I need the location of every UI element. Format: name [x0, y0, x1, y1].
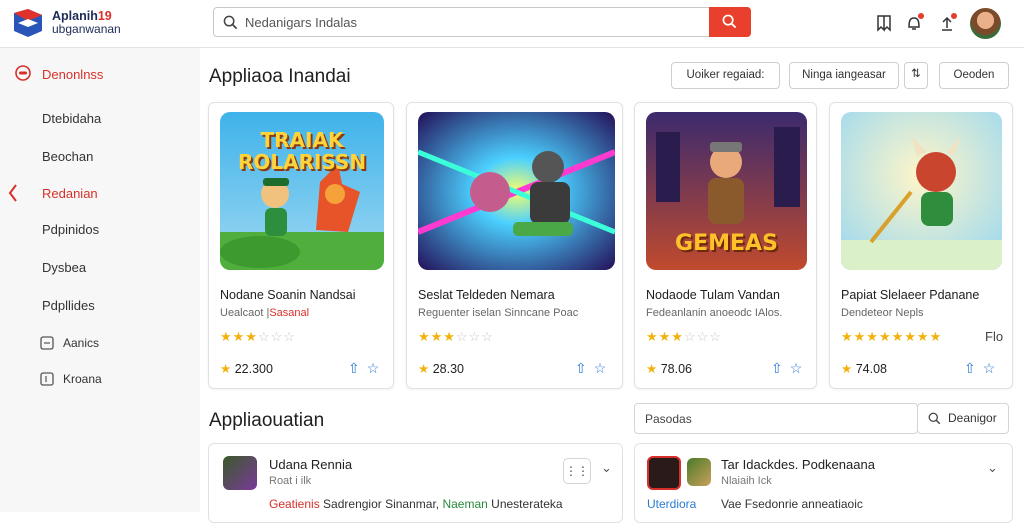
favorite-icon[interactable]: ☆	[790, 360, 803, 376]
checkbox-icon[interactable]	[40, 336, 54, 350]
card-subtitle: Uealcaot |Sasanal	[220, 307, 310, 319]
star-rating: ★★★☆☆☆	[418, 329, 494, 344]
sidebar-item-4[interactable]: Pdpinidos	[42, 222, 99, 237]
share-icon[interactable]: ⇧	[964, 360, 976, 376]
list-item-link[interactable]: Uterdiora	[647, 497, 696, 511]
chevron-down-icon[interactable]: ⌄	[987, 460, 998, 476]
sidebar-item-5[interactable]: Dysbea	[42, 260, 86, 275]
star-icon: ★	[646, 362, 658, 376]
search-icon	[928, 412, 941, 425]
home-icon	[15, 65, 31, 81]
card-subtitle: Dendeteor Nepls	[841, 307, 924, 319]
app-artwork	[841, 112, 1002, 270]
artwork-title-text: TRAIAK ROLARISSN	[237, 128, 367, 174]
filter-button-1[interactable]: Uoiker regaiad:	[671, 62, 780, 89]
search-input[interactable]: Nedanigars Indalas	[245, 15, 357, 30]
chevron-left-icon	[8, 184, 17, 202]
card-title: Papiat Slelaeer Pdanane	[841, 288, 980, 302]
app-thumbnail	[223, 456, 257, 490]
app-card[interactable]: Seslat Teldeden Nemara Reguenter iselan …	[406, 102, 623, 389]
list-item-description: Vae Fsedonrie anneatiaoic	[721, 497, 863, 511]
list-item-title: Udana Rennia	[269, 457, 353, 472]
list-item-title: Tar Idackdes. Podkenaana	[721, 457, 875, 472]
section-title-2: Appliaouatian	[209, 410, 325, 431]
app-thumbnail	[647, 456, 681, 490]
search-bar[interactable]: Nedanigars Indalas	[213, 7, 751, 37]
list-item[interactable]: Tar Idackdes. Podkenaana Nlaiaih Ick Ute…	[634, 443, 1013, 523]
rating-score: ★ 22.300	[220, 362, 273, 376]
star-icon: ★	[841, 362, 853, 376]
list-item-subtitle: Roat i ilk	[269, 475, 312, 487]
brand-name: Aplanih19 ubganwanan	[52, 9, 121, 36]
app-artwork	[418, 112, 615, 270]
star-rating: ★★★★★★★★	[841, 329, 943, 344]
rating-score: ★ 74.08	[841, 362, 887, 376]
calendar-icon[interactable]	[40, 372, 54, 386]
rating-score: ★ 78.06	[646, 362, 692, 376]
app-thumbnail-secondary	[687, 458, 711, 486]
sidebar-item-1[interactable]: Dtebidaha	[42, 111, 101, 126]
app-card[interactable]: Papiat Slelaeer Pdanane Dendeteor Nepls …	[829, 102, 1013, 389]
card-extra-label: Flo	[985, 329, 1004, 344]
filter-input[interactable]: Pasodas	[634, 403, 918, 434]
order-button[interactable]: Oeoden	[939, 62, 1009, 89]
search-button-2[interactable]: Deanigor	[917, 403, 1009, 434]
top-bar: Aplanih19 ubganwanan Nedanigars Indalas	[0, 0, 1024, 48]
favorite-icon[interactable]: ☆	[594, 360, 607, 376]
sidebar: Denonlnss Dtebidaha Beochan Redanian Pdp…	[0, 48, 200, 512]
card-title: Nodane Soanin Nandsai	[220, 288, 356, 302]
app-card[interactable]: GEMEAS Nodaode Tulam Vandan Fedeanlanin …	[634, 102, 817, 389]
bookmark-icon[interactable]	[876, 14, 892, 32]
sidebar-item-2[interactable]: Beochan	[42, 149, 93, 164]
grid-icon[interactable]: ⋮⋮	[563, 458, 591, 484]
star-rating: ★★★☆☆☆	[220, 329, 296, 344]
filter-button-2[interactable]: Ninga iangeasar	[789, 62, 899, 89]
app-card[interactable]: TRAIAK ROLARISSN Nodane Soanin Nandsai U…	[208, 102, 394, 389]
search-icon	[722, 14, 737, 29]
app-logo[interactable]	[12, 7, 44, 39]
section-title: Appliaoa Inandai	[209, 66, 351, 87]
star-rating: ★★★☆☆☆	[646, 329, 722, 344]
favorite-icon[interactable]: ☆	[367, 360, 380, 376]
notification-badge	[917, 12, 925, 20]
more-icon[interactable]: ⌄	[601, 460, 612, 476]
favorite-icon[interactable]: ☆	[983, 360, 996, 376]
share-icon[interactable]: ⇧	[575, 360, 587, 376]
share-badge	[950, 12, 958, 20]
list-item-subtitle: Nlaiaih Ick	[721, 475, 772, 487]
sidebar-item-0[interactable]: Denonlnss	[42, 67, 103, 82]
search-button[interactable]	[709, 7, 751, 37]
sidebar-item-7[interactable]: Aanics	[63, 336, 99, 350]
list-item-description: Geatienis Sadrengior Sinanmar, Naeman Un…	[269, 497, 563, 511]
sidebar-item-3[interactable]: Redanian	[42, 186, 98, 201]
artwork-title-text: GEMEAS	[675, 231, 778, 256]
share-icon[interactable]: ⇧	[771, 360, 783, 376]
avatar[interactable]	[970, 8, 1001, 39]
search-icon	[223, 15, 238, 30]
card-subtitle: Reguenter iselan Sinncane Poac	[418, 307, 579, 319]
list-item[interactable]: Udana Rennia Roat i ilk Geatienis Sadren…	[208, 443, 623, 523]
star-icon: ★	[220, 362, 232, 376]
card-subtitle: Fedeanlanin anoeodc IAlos.	[646, 307, 783, 319]
card-title: Nodaode Tulam Vandan	[646, 288, 780, 302]
sort-icon: ⇅	[911, 68, 921, 80]
sort-button[interactable]: ⇅	[904, 62, 928, 89]
share-icon[interactable]: ⇧	[348, 360, 360, 376]
star-icon: ★	[418, 362, 430, 376]
card-title: Seslat Teldeden Nemara	[418, 288, 555, 302]
rating-score: ★ 28.30	[418, 362, 464, 376]
sidebar-item-6[interactable]: Pdpllides	[42, 298, 95, 313]
sidebar-item-8[interactable]: Kroana	[63, 372, 102, 386]
